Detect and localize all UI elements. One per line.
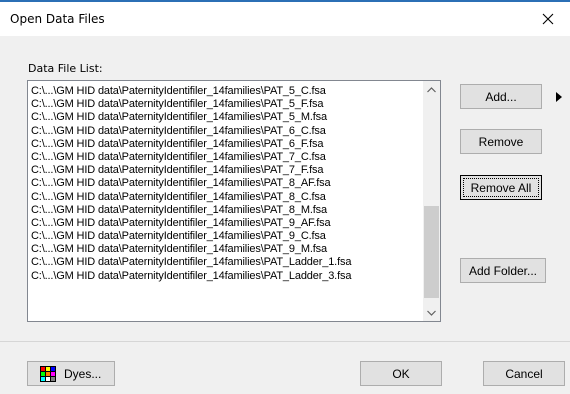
scroll-up-button[interactable] [423,81,440,98]
file-list-item[interactable]: C:\...\GM HID data\PaternityIdentifiler_… [31,204,423,217]
file-list-item[interactable]: C:\...\GM HID data\PaternityIdentifiler_… [31,85,423,98]
file-list-item[interactable]: C:\...\GM HID data\PaternityIdentifiler_… [31,243,423,256]
color-grid-icon [40,365,56,382]
file-list-item[interactable]: C:\...\GM HID data\PaternityIdentifiler_… [31,270,423,283]
close-button[interactable] [526,2,570,36]
window-title: Open Data Files [10,12,105,26]
file-list-item[interactable]: C:\...\GM HID data\PaternityIdentifiler_… [31,164,423,177]
file-list-item[interactable]: C:\...\GM HID data\PaternityIdentifiler_… [31,125,423,138]
footer-separator [0,341,570,342]
file-list-item[interactable]: C:\...\GM HID data\PaternityIdentifiler_… [31,138,423,151]
title-bar[interactable]: Open Data Files [0,2,570,36]
scroll-thumb[interactable] [424,206,439,298]
file-list-rows: C:\...\GM HID data\PaternityIdentifiler_… [31,85,423,283]
scroll-down-button[interactable] [423,304,440,321]
file-list[interactable]: C:\...\GM HID data\PaternityIdentifiler_… [27,80,441,322]
file-list-item[interactable]: C:\...\GM HID data\PaternityIdentifiler_… [31,111,423,124]
add-button[interactable]: Add... [460,84,542,109]
triangle-right-icon[interactable] [554,91,564,103]
file-list-item[interactable]: C:\...\GM HID data\PaternityIdentifiler_… [31,230,423,243]
file-list-item[interactable]: C:\...\GM HID data\PaternityIdentifiler_… [31,191,423,204]
close-icon [542,13,554,25]
chevron-up-icon [427,86,436,92]
vertical-scrollbar[interactable] [423,81,440,321]
dyes-button-label: Dyes... [64,366,102,381]
file-list-item[interactable]: C:\...\GM HID data\PaternityIdentifiler_… [31,217,423,230]
remove-all-button[interactable]: Remove All [460,175,542,200]
cancel-button[interactable]: Cancel [483,361,565,386]
add-folder-button[interactable]: Add Folder... [460,258,546,283]
file-list-item[interactable]: C:\...\GM HID data\PaternityIdentifiler_… [31,151,423,164]
dyes-button[interactable]: Dyes... [27,361,115,386]
file-list-item[interactable]: C:\...\GM HID data\PaternityIdentifiler_… [31,177,423,190]
file-list-item[interactable]: C:\...\GM HID data\PaternityIdentifiler_… [31,98,423,111]
remove-button[interactable]: Remove [460,129,542,154]
file-list-item[interactable]: C:\...\GM HID data\PaternityIdentifiler_… [31,256,423,269]
chevron-down-icon [427,310,436,316]
file-list-label: Data File List: [28,62,103,75]
ok-button[interactable]: OK [360,361,442,386]
